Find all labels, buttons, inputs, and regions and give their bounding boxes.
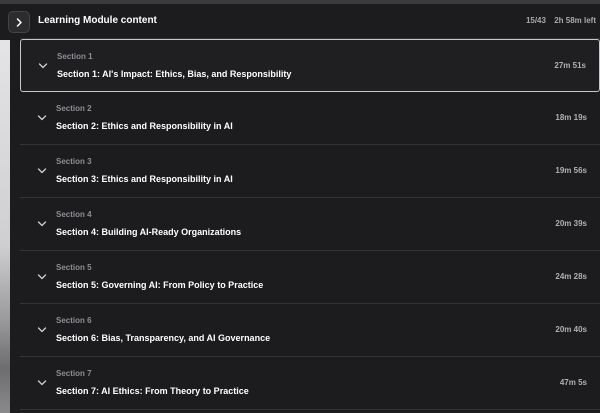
section-duration: 18m 19s bbox=[555, 113, 587, 122]
section-row[interactable]: Section 1 Section 1: AI's Impact: Ethics,… bbox=[20, 39, 600, 92]
sidebar-toggle-button[interactable] bbox=[8, 11, 30, 33]
section-label: Section 1 bbox=[57, 52, 93, 61]
section-list: Section 1 Section 1: AI's Impact: Ethics,… bbox=[20, 39, 600, 410]
section-row[interactable]: Section 5 Section 5: Governing AI: From P… bbox=[20, 251, 600, 304]
section-duration: 47m 5s bbox=[559, 378, 587, 387]
section-title: Section 3: Ethics and Responsibility in … bbox=[56, 174, 233, 184]
section-row[interactable]: Section 6 Section 6: Bias, Transparency, … bbox=[20, 304, 600, 357]
section-row[interactable]: Section 2 Section 2: Ethics and Responsib… bbox=[20, 92, 600, 145]
section-title: Section 6: Bias, Transparency, and AI Go… bbox=[56, 333, 271, 343]
progress-count: 15/43 bbox=[525, 16, 546, 25]
section-title: Section 2: Ethics and Responsibility in … bbox=[56, 121, 233, 131]
chevron-down-icon[interactable] bbox=[37, 114, 47, 122]
section-title: Section 4: Building AI-Ready Organizatio… bbox=[56, 227, 242, 237]
section-duration: 27m 51s bbox=[554, 61, 586, 70]
section-label: Section 4 bbox=[56, 210, 92, 219]
section-duration: 20m 39s bbox=[555, 219, 587, 228]
section-title: Section 1: AI's Impact: Ethics, Bias, an… bbox=[57, 69, 292, 79]
section-label: Section 3 bbox=[56, 157, 92, 166]
section-title: Section 7: AI Ethics: From Theory to Pra… bbox=[56, 386, 249, 396]
section-title: Section 5: Governing AI: From Policy to … bbox=[56, 280, 264, 290]
section-label: Section 6 bbox=[56, 316, 92, 325]
section-duration: 24m 28s bbox=[555, 272, 587, 281]
chevron-down-icon[interactable] bbox=[38, 62, 48, 70]
content-header: Learning Module content 15/43 2h 58m lef… bbox=[20, 4, 600, 39]
section-label: Section 7 bbox=[56, 369, 92, 378]
chevron-right-icon bbox=[16, 17, 22, 27]
time-left: 2h 58m left bbox=[554, 16, 596, 25]
chevron-down-icon[interactable] bbox=[37, 220, 47, 228]
section-label: Section 5 bbox=[56, 263, 92, 272]
section-row[interactable]: Section 4 Section 4: Building AI-Ready Or… bbox=[20, 198, 600, 251]
chevron-down-icon[interactable] bbox=[37, 273, 47, 281]
section-duration: 19m 56s bbox=[555, 166, 587, 175]
content-title: Learning Module content bbox=[38, 15, 157, 26]
section-duration: 20m 40s bbox=[555, 325, 587, 334]
section-row[interactable]: Section 3 Section 3: Ethics and Responsib… bbox=[20, 145, 600, 198]
course-content-panel: Learning Module content 15/43 2h 58m lef… bbox=[0, 0, 600, 413]
chevron-down-icon[interactable] bbox=[37, 167, 47, 175]
chevron-down-icon[interactable] bbox=[37, 379, 47, 387]
section-row[interactable]: Section 7 Section 7: AI Ethics: From Theo… bbox=[20, 357, 600, 410]
section-label: Section 2 bbox=[56, 104, 92, 113]
video-preview-edge bbox=[0, 40, 10, 413]
chevron-down-icon[interactable] bbox=[37, 326, 47, 334]
progress-summary: 15/43 2h 58m left bbox=[526, 16, 596, 25]
